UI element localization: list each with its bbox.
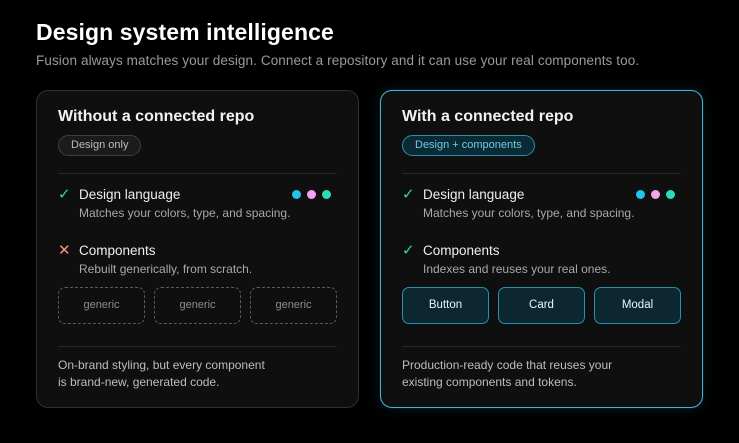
component-chips: Button Card Modal — [402, 287, 681, 324]
check-icon: ✓ — [402, 242, 415, 259]
card-footer: On-brand styling, but every component is… — [58, 357, 337, 391]
feature-description: Matches your colors, type, and spacing. — [79, 206, 291, 220]
card-without-repo: Without a connected repo Design only ✓ D… — [36, 90, 359, 408]
feature-design-language: ✓ Design language Matches your colors, t… — [402, 187, 681, 221]
feature-title: Design language — [423, 187, 525, 202]
page: Design system intelligence Fusion always… — [0, 0, 739, 443]
color-swatches — [292, 190, 331, 199]
card-footer: Production-ready code that reuses your e… — [402, 357, 681, 391]
design-only-badge: Design only — [58, 135, 142, 156]
feature-description: Rebuilt generically, from scratch. — [79, 262, 253, 276]
check-icon: ✓ — [58, 186, 71, 203]
button-component-chip: Button — [402, 287, 489, 324]
swatch-dot — [636, 190, 645, 199]
generic-chip: generic — [250, 287, 337, 324]
modal-component-chip: Modal — [594, 287, 681, 324]
feature-components: ✓ Components Indexes and reuses your rea… — [402, 243, 681, 277]
swatch-dot — [322, 190, 331, 199]
page-subtitle: Fusion always matches your design. Conne… — [36, 53, 640, 68]
swatch-dot — [651, 190, 660, 199]
feature-title: Design language — [79, 187, 181, 202]
feature-title: Components — [423, 243, 500, 258]
divider — [402, 346, 681, 347]
check-icon: ✓ — [402, 186, 415, 203]
swatch-dot — [666, 190, 675, 199]
swatch-dot — [292, 190, 301, 199]
generic-chip: generic — [58, 287, 145, 324]
footer-line: Production-ready code that reuses your — [402, 358, 613, 372]
feature-description: Indexes and reuses your real ones. — [423, 262, 611, 276]
feature-description: Matches your colors, type, and spacing. — [423, 206, 635, 220]
footer-line: existing components and tokens. — [402, 375, 577, 389]
footer-line: On-brand styling, but every component — [58, 358, 265, 372]
cross-icon: ✕ — [58, 242, 71, 259]
page-title: Design system intelligence — [36, 19, 334, 45]
feature-design-language: ✓ Design language Matches your colors, t… — [58, 187, 337, 221]
swatch-dot — [307, 190, 316, 199]
divider — [402, 173, 681, 174]
feature-components: ✕ Components Rebuilt generically, from s… — [58, 243, 337, 277]
feature-title: Components — [79, 243, 156, 258]
divider — [58, 346, 337, 347]
color-swatches — [636, 190, 675, 199]
card-with-repo: With a connected repo Design + component… — [380, 90, 703, 408]
card-component-chip: Card — [498, 287, 585, 324]
generic-chip: generic — [154, 287, 241, 324]
divider — [58, 173, 337, 174]
card-title: With a connected repo — [402, 108, 574, 125]
footer-line: is brand-new, generated code. — [58, 375, 220, 389]
card-title: Without a connected repo — [58, 108, 255, 125]
generic-chips: generic generic generic — [58, 287, 337, 324]
design-components-badge: Design + components — [402, 135, 535, 156]
